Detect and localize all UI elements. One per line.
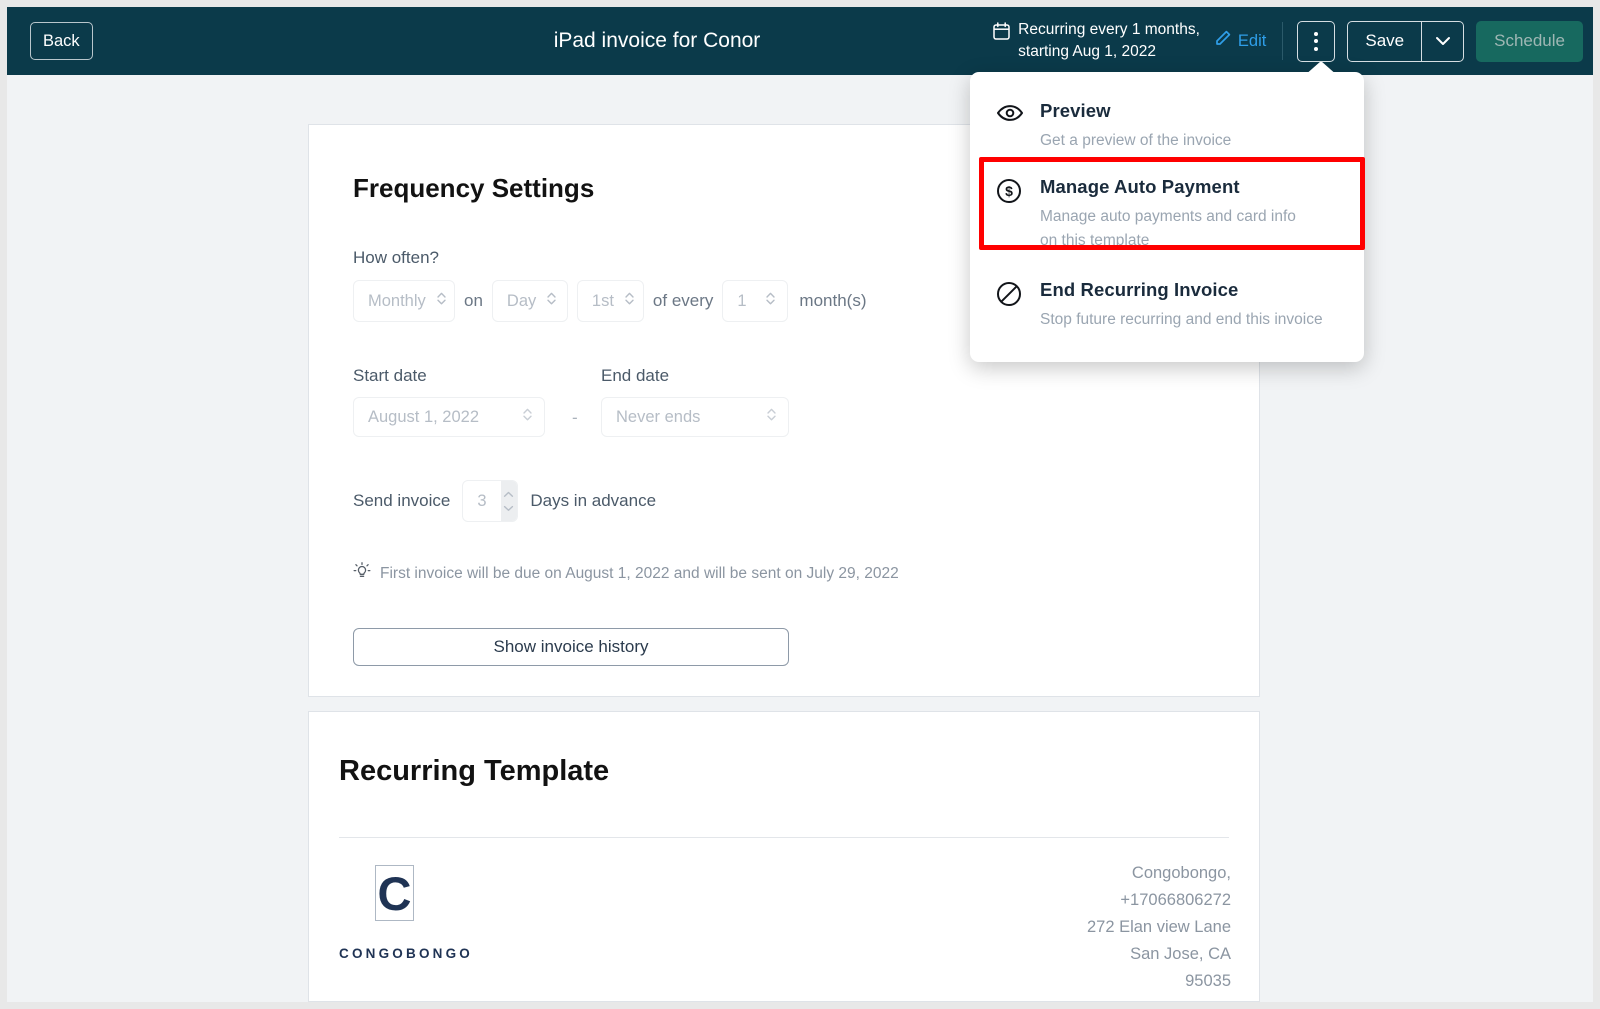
business-zip: 95035 — [1185, 972, 1231, 991]
frequency-row: Monthly on Day 1st of every 1 month(s) — [353, 280, 866, 322]
interval-count-select[interactable]: 1 — [722, 280, 789, 322]
start-date-select[interactable]: August 1, 2022 — [353, 397, 545, 437]
edit-label: Edit — [1237, 31, 1267, 50]
menu-item-preview[interactable]: Preview Get a preview of the invoice — [970, 90, 1364, 163]
recurring-line-2: starting Aug 1, 2022 — [1018, 43, 1157, 60]
menu-item-manage-auto-payment-title: Manage Auto Payment — [1040, 176, 1240, 198]
updown-chevron-icon — [546, 291, 557, 311]
save-button[interactable]: Save — [1348, 22, 1421, 61]
how-often-label: How often? — [353, 248, 439, 267]
send-invoice-row: Send invoice 3 Days in advance — [353, 480, 656, 522]
updown-chevron-icon — [624, 291, 635, 311]
company-wordmark: CONGOBONGO — [339, 946, 474, 961]
recurring-summary: Recurring every 1 months, starting Aug 1… — [993, 19, 1200, 63]
kebab-dot — [1314, 39, 1319, 43]
edit-schedule-link[interactable]: Edit — [1214, 30, 1266, 52]
stepper-arrows[interactable] — [500, 481, 518, 521]
template-divider — [339, 837, 1229, 838]
menu-item-manage-auto-payment[interactable]: $ Manage Auto Payment Manage auto paymen… — [970, 163, 1364, 266]
day-ordinal-select[interactable]: 1st — [576, 280, 644, 322]
eye-icon — [996, 102, 1028, 129]
menu-item-end-recurring-invoice-title: End Recurring Invoice — [1040, 279, 1239, 301]
recurring-line-1: Recurring every 1 months, — [1018, 21, 1200, 38]
business-phone: +17066806272 — [1120, 891, 1231, 910]
save-button-group: Save — [1347, 20, 1465, 62]
chevron-down-icon — [1435, 34, 1451, 49]
end-date-label: End date — [601, 366, 670, 385]
schedule-button[interactable]: Schedule — [1476, 20, 1583, 62]
top-toolbar: Back iPad invoice for Conor Recurring ev… — [7, 7, 1593, 75]
days-in-advance-value: 3 — [477, 491, 487, 510]
updown-chevron-icon — [436, 291, 447, 311]
menu-item-preview-title: Preview — [1040, 100, 1111, 121]
interval-select-value: Monthly — [368, 291, 426, 310]
toolbar-divider — [1282, 22, 1284, 60]
of-every-label: of every — [652, 291, 714, 310]
days-in-advance-label: Days in advance — [530, 491, 657, 510]
updown-chevron-icon — [522, 407, 533, 427]
business-address-block: Congobongo, +17066806272 272 Elan view L… — [1087, 860, 1231, 995]
business-name: Congobongo, — [1131, 864, 1231, 882]
toolbar-right-group: Recurring every 1 months, starting Aug 1… — [993, 7, 1583, 75]
business-city-state: San Jose, CA — [1130, 945, 1231, 964]
menu-item-end-recurring-invoice-subtitle: Stop future recurring and end this invoi… — [1040, 311, 1323, 329]
menu-pointer-arrow — [1304, 61, 1338, 76]
on-label: on — [464, 291, 483, 310]
updown-chevron-icon — [766, 407, 777, 427]
back-button[interactable]: Back — [30, 22, 93, 60]
first-invoice-hint: First invoice will be due on August 1, 2… — [353, 562, 899, 585]
page-title: iPad invoice for Conor — [553, 29, 761, 52]
svg-text:$: $ — [1005, 183, 1013, 199]
day-type-select-value: Day — [506, 291, 537, 310]
more-options-button[interactable] — [1297, 20, 1336, 62]
send-invoice-label: Send invoice — [353, 491, 451, 510]
lightbulb-icon — [353, 562, 371, 585]
recurring-template-card: Recurring Template C CONGOBONGO Congobon… — [308, 711, 1260, 1002]
kebab-dot — [1314, 46, 1319, 51]
kebab-dot — [1314, 31, 1319, 36]
recurring-template-heading: Recurring Template — [339, 755, 610, 787]
updown-chevron-icon — [765, 291, 776, 311]
day-ordinal-select-value: 1st — [591, 291, 614, 310]
menu-item-end-recurring-invoice[interactable]: End Recurring Invoice Stop future recurr… — [970, 266, 1364, 342]
more-options-menu: Preview Get a preview of the invoice $ M… — [970, 72, 1364, 363]
calendar-icon — [993, 22, 1010, 47]
frequency-settings-heading: Frequency Settings — [353, 173, 595, 203]
day-type-select[interactable]: Day — [491, 280, 568, 322]
start-date-label: Start date — [353, 366, 427, 385]
menu-item-preview-subtitle: Get a preview of the invoice — [1040, 132, 1232, 149]
menu-item-manage-auto-payment-subtitle: Manage auto payments and card info on th… — [1040, 208, 1296, 250]
app-frame: Back iPad invoice for Conor Recurring ev… — [7, 7, 1593, 1002]
days-in-advance-stepper[interactable]: 3 — [462, 480, 519, 522]
start-date-value: August 1, 2022 — [368, 407, 480, 426]
company-logo: C — [375, 865, 414, 921]
date-range-separator: - — [572, 408, 578, 427]
dollar-circle-icon: $ — [996, 178, 1028, 209]
business-street: 272 Elan view Lane — [1086, 918, 1231, 937]
end-date-select[interactable]: Never ends — [601, 397, 789, 437]
end-date-value: Never ends — [616, 407, 701, 426]
save-dropdown-button[interactable] — [1421, 21, 1463, 61]
months-label: month(s) — [799, 291, 867, 310]
interval-count-value: 1 — [737, 291, 747, 310]
pencil-icon — [1214, 30, 1231, 52]
show-invoice-history-button[interactable]: Show invoice history — [353, 628, 789, 666]
first-invoice-hint-text: First invoice will be due on August 1, 2… — [380, 564, 899, 582]
interval-select[interactable]: Monthly — [353, 280, 455, 322]
no-entry-icon — [996, 281, 1028, 312]
